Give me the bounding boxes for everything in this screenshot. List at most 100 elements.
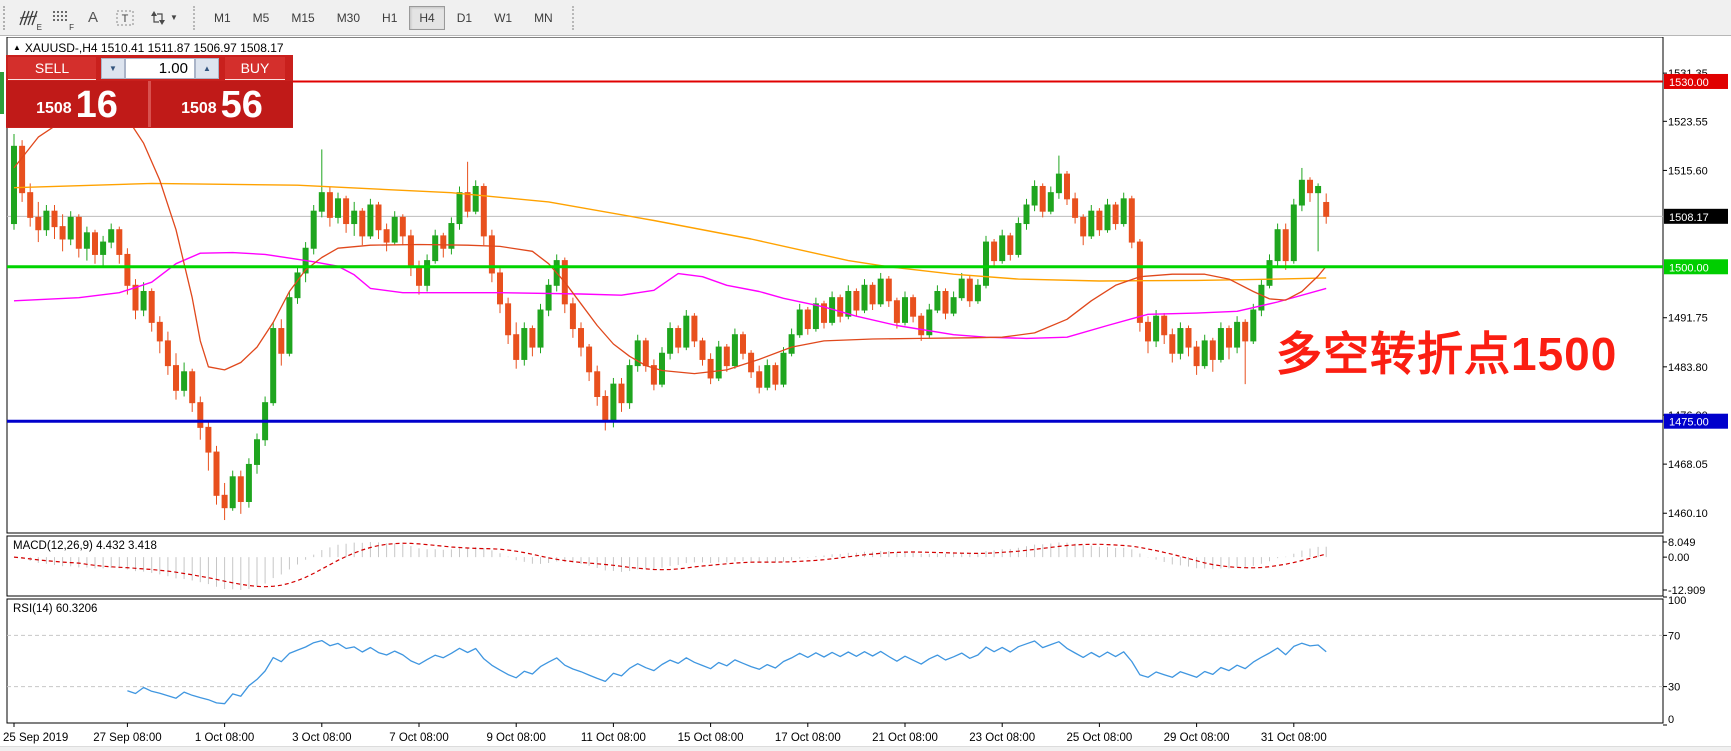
candle-body <box>36 217 41 229</box>
candle-body <box>190 372 195 403</box>
candle-body <box>692 316 697 341</box>
candle-body <box>1113 205 1118 224</box>
candle-body <box>441 236 446 248</box>
candle-body <box>336 199 341 218</box>
candle-body <box>724 347 729 366</box>
timeframe-M15[interactable]: M15 <box>281 6 324 30</box>
timeframe-group: M1M5M15M30H1H4D1W1MN <box>203 6 564 30</box>
bid-ask-row: 1508 16 1508 56 <box>6 81 293 127</box>
svg-text:T: T <box>122 13 129 25</box>
candle-body <box>392 217 397 242</box>
candle-body <box>408 236 413 267</box>
cycle-arrows-icon[interactable]: ▼ <box>144 5 182 31</box>
time-axis-label: 3 Oct 08:00 <box>292 732 351 744</box>
candle-body <box>846 291 851 316</box>
candle-body <box>246 464 251 501</box>
candle-body <box>141 291 146 310</box>
candle-body <box>992 242 997 261</box>
candle-body <box>1210 341 1215 360</box>
timeframe-W1[interactable]: W1 <box>484 6 522 30</box>
candle-body <box>174 366 179 391</box>
candle-body <box>206 427 211 452</box>
toolbar-drag-handle[interactable] <box>3 6 9 30</box>
candle-body <box>1032 186 1037 205</box>
text-box-icon[interactable]: T <box>112 5 138 31</box>
candle-body <box>117 230 122 255</box>
volume-increment-button[interactable]: ▲ <box>195 58 219 79</box>
candle-body <box>903 298 908 323</box>
candle-body <box>813 304 818 329</box>
candle-body <box>76 217 81 248</box>
candle-body <box>68 217 73 239</box>
timeframe-M5[interactable]: M5 <box>243 6 280 30</box>
candle-body <box>854 291 859 310</box>
time-axis-label: 23 Oct 08:00 <box>969 732 1035 744</box>
text-label-icon[interactable]: A <box>80 5 106 31</box>
time-axis-label: 31 Oct 08:00 <box>1261 732 1327 744</box>
bid-price[interactable]: 1508 16 <box>6 81 151 127</box>
time-axis-label: 27 Sep 08:00 <box>93 732 161 744</box>
buy-button[interactable]: BUY <box>225 57 285 80</box>
timeframe-D1[interactable]: D1 <box>447 6 482 30</box>
timeframe-H1[interactable]: H1 <box>372 6 407 30</box>
ask-price[interactable]: 1508 56 <box>151 81 293 127</box>
chart-canvas[interactable]: 1531.351523.551515.601491.751483.801476.… <box>0 37 1731 746</box>
candle-body <box>498 273 503 304</box>
time-axis-label: 15 Oct 08:00 <box>678 732 744 744</box>
time-axis-label: 17 Oct 08:00 <box>775 732 841 744</box>
time-axis-label: 21 Oct 08:00 <box>872 732 938 744</box>
chart-annotation-text: 多空转折点1500 <box>1276 318 1617 384</box>
candle-body <box>425 261 430 286</box>
candle-body <box>1040 186 1045 211</box>
candle-body <box>1146 322 1151 341</box>
candle-body <box>1178 329 1183 354</box>
candle-body <box>1243 322 1248 341</box>
candle-body <box>684 316 689 347</box>
candle-body <box>44 211 49 230</box>
candle-body <box>967 279 972 301</box>
candle-body <box>1275 230 1280 261</box>
candle-body <box>1016 224 1021 255</box>
candle-body <box>1186 329 1191 348</box>
panel-border <box>7 599 1663 723</box>
candle-body <box>165 341 170 366</box>
timeframe-MN[interactable]: MN <box>524 6 563 30</box>
candle-body <box>595 372 600 397</box>
chart-window[interactable]: 1531.351523.551515.601491.751483.801476.… <box>0 37 1731 746</box>
candle-body <box>376 205 381 230</box>
volume-input[interactable]: 1.00 <box>125 58 195 79</box>
candle-body <box>894 301 899 323</box>
macd-axis-label: 8.049 <box>1668 537 1696 549</box>
candle-body <box>279 329 284 354</box>
timeframe-H4[interactable]: H4 <box>409 6 444 30</box>
candle-body <box>668 329 673 354</box>
candle-body <box>1291 205 1296 261</box>
candle-body <box>60 227 65 239</box>
timeframe-M1[interactable]: M1 <box>204 6 241 30</box>
candle-body <box>360 211 365 236</box>
volume-decrement-button[interactable]: ▼ <box>101 58 125 79</box>
candle-body <box>1024 205 1029 224</box>
rsi-label: RSI(14) 60.3206 <box>13 603 97 615</box>
price-badge-label: 1475.00 <box>1669 417 1709 429</box>
dropdown-caret-icon: ▼ <box>170 13 178 22</box>
symbol-expand-icon[interactable]: ▲ <box>13 43 21 52</box>
candle-body <box>93 233 98 255</box>
candle-body <box>417 267 422 286</box>
candle-body <box>943 291 948 313</box>
candle-body <box>1162 316 1167 335</box>
candle-body <box>773 366 778 385</box>
sell-button[interactable]: SELL <box>8 57 96 80</box>
expert-grid-icon[interactable]: F <box>48 5 74 31</box>
timeframe-M30[interactable]: M30 <box>327 6 370 30</box>
candle-body <box>1283 230 1288 261</box>
indicator-list-icon[interactable]: E <box>16 5 42 31</box>
candle-body <box>1000 236 1005 261</box>
candle-body <box>1097 211 1102 230</box>
candle-body <box>1251 310 1256 341</box>
candle-body <box>125 254 130 285</box>
candle-body <box>984 242 989 285</box>
candle-body <box>352 211 357 223</box>
candle-body <box>311 211 316 248</box>
macd-label: MACD(12,26,9) 4.432 3.418 <box>13 540 157 552</box>
